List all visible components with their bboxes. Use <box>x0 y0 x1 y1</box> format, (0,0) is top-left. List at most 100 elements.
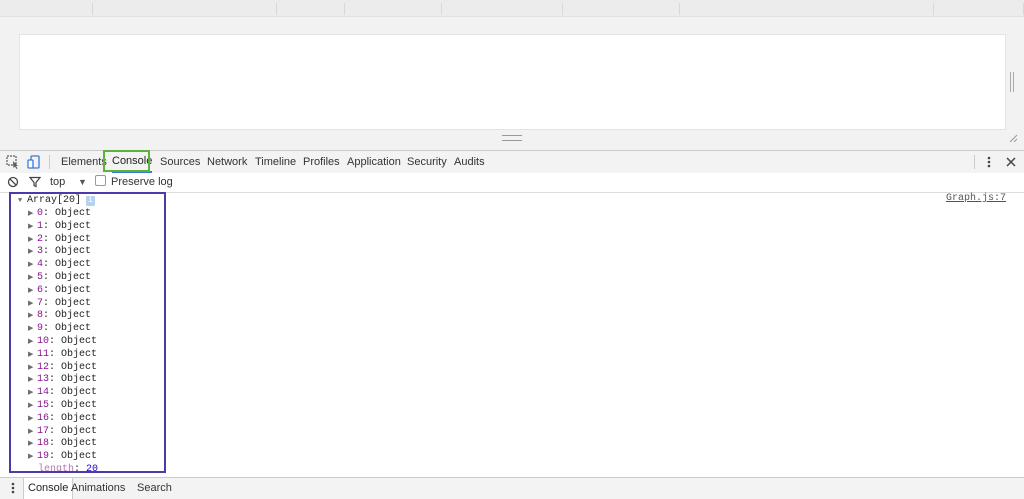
array-item-separator: : <box>49 425 62 437</box>
tab-network[interactable]: Network <box>207 151 247 173</box>
console-filter-bar: top ▼ Preserve log <box>0 173 1024 193</box>
array-item-value: Object <box>61 412 98 424</box>
array-item-value: Object <box>55 310 92 322</box>
array-item-separator: : <box>49 400 62 411</box>
array-item-value: Object <box>61 387 98 399</box>
top-strip-segment <box>680 3 934 15</box>
array-item-key: 13 <box>37 374 50 386</box>
array-item-value: Object <box>55 272 92 283</box>
array-item-row[interactable]: ▶ 14: Object <box>28 386 97 399</box>
source-link[interactable]: Graph.js:7 <box>946 193 1006 204</box>
inspect-element-icon[interactable] <box>5 154 21 170</box>
page-scrollbar[interactable] <box>1010 72 1014 92</box>
array-item-value: Object <box>61 348 98 360</box>
array-item-separator: : <box>49 348 62 360</box>
tab-security[interactable]: Security <box>407 151 447 173</box>
expand-triangle-icon[interactable]: ▶ <box>28 451 37 464</box>
resize-corner-icon[interactable] <box>1008 133 1018 143</box>
preserve-log-checkbox[interactable]: Preserve log <box>95 173 173 192</box>
top-strip-segment <box>345 3 442 15</box>
tab-sources[interactable]: Sources <box>160 151 200 173</box>
checkbox-box[interactable] <box>95 175 106 186</box>
tab-console[interactable]: Console <box>112 151 153 173</box>
array-item-separator: : <box>49 361 62 373</box>
array-item-key: 10 <box>37 336 50 347</box>
array-item-row[interactable]: ▶ 8: Object <box>28 309 91 322</box>
array-item-row[interactable]: ▶ 18: Object <box>28 437 97 450</box>
array-item-separator: : <box>49 438 62 450</box>
array-item-row[interactable]: ▶ 4: Object <box>28 258 91 271</box>
array-item-key: 11 <box>37 348 50 360</box>
array-item-row[interactable]: ▶ 10: Object <box>28 335 97 348</box>
array-item-separator: : <box>49 374 62 386</box>
array-item-row[interactable]: ▶ 3: Object <box>28 245 91 258</box>
array-item-row[interactable]: ▶ 17: Object <box>28 425 97 438</box>
array-item-separator: : <box>49 412 62 424</box>
drawer-tab-search[interactable]: Search <box>137 478 172 499</box>
array-item-row[interactable]: ▶ 9: Object <box>28 322 91 335</box>
array-item-row[interactable]: ▶ 16: Object <box>28 412 97 425</box>
context-dropdown-icon[interactable]: ▼ <box>78 173 87 192</box>
array-item-key: 19 <box>37 451 50 463</box>
clear-console-icon[interactable] <box>7 176 19 188</box>
expand-triangle-icon[interactable]: ▼ <box>18 195 27 208</box>
array-item-value: Object <box>55 259 92 271</box>
array-item-row[interactable]: ▶ 5: Object <box>28 271 91 284</box>
array-item-row[interactable]: ▶ 13: Object <box>28 373 97 386</box>
array-item-row[interactable]: ▶ 2: Object <box>28 233 91 246</box>
filter-icon[interactable] <box>28 176 42 188</box>
array-item-separator: : <box>49 451 62 463</box>
array-item-row[interactable]: ▶ 7: Object <box>28 297 91 310</box>
tab-audits[interactable]: Audits <box>454 151 485 173</box>
top-strip-segment <box>442 3 563 15</box>
array-item-separator: : <box>43 208 56 219</box>
tab-profiles[interactable]: Profiles <box>303 151 340 173</box>
console-output: Graph.js:7 ▼ Array[20] i ▶ 0: Object ▶ 1: Obj… <box>0 193 1024 476</box>
length-property: length: 20 <box>38 464 99 475</box>
array-item-value: Object <box>61 425 98 437</box>
devtools-resize-grip[interactable] <box>502 135 522 141</box>
context-selector[interactable]: top <box>50 173 65 192</box>
close-devtools-icon[interactable] <box>1003 154 1019 170</box>
array-item-row[interactable]: ▶ 12: Object <box>28 361 97 374</box>
array-item-row[interactable]: ▶ 15: Object <box>28 399 97 412</box>
more-options-icon[interactable] <box>981 154 997 170</box>
array-item-row[interactable]: ▶ 0: Object <box>28 207 91 220</box>
tab-timeline[interactable]: Timeline <box>255 151 296 173</box>
device-toolbar-icon[interactable] <box>26 154 42 170</box>
top-strip-segment <box>563 3 680 15</box>
array-item-row[interactable]: ▶ 6: Object <box>28 284 91 297</box>
array-item-key: 17 <box>37 425 50 437</box>
array-item-key: 12 <box>37 361 50 373</box>
devtools-toolbar: Elements Console Sources Network Timelin… <box>0 150 1024 174</box>
array-item-value: Object <box>61 451 98 463</box>
drawer-tab-animations[interactable]: Animations <box>71 478 125 499</box>
length-key: length <box>38 464 75 475</box>
toolbar-separator <box>974 155 975 169</box>
array-header[interactable]: ▼ Array[20] i <box>18 194 96 208</box>
array-item-value: Object <box>61 361 98 373</box>
array-item-key: 16 <box>37 412 50 424</box>
top-strip-segment <box>934 3 1024 15</box>
info-icon[interactable]: i <box>86 196 96 206</box>
top-strip-segment <box>93 3 277 15</box>
array-item-separator: : <box>43 272 56 283</box>
array-item-value: Object <box>55 284 92 296</box>
array-item-value: Object <box>55 323 92 335</box>
array-item-separator: : <box>43 297 56 309</box>
array-item-row[interactable]: ▶ 11: Object <box>28 348 97 361</box>
array-item-separator: : <box>43 310 56 322</box>
drawer-tab-console[interactable]: Console <box>23 478 74 499</box>
tab-elements[interactable]: Elements <box>61 151 107 173</box>
tab-application[interactable]: Application <box>347 151 401 173</box>
page-content-card <box>19 34 1006 130</box>
array-item-row[interactable]: ▶ 19: Object <box>28 450 97 463</box>
array-label: Array[20] <box>27 195 82 206</box>
array-item-separator: : <box>43 323 56 335</box>
toolbar-separator <box>49 155 50 169</box>
array-item-row[interactable]: ▶ 1: Object <box>28 220 91 233</box>
drawer-menu-icon[interactable] <box>5 480 21 496</box>
array-item-value: Object <box>55 233 92 245</box>
array-item-value: Object <box>61 400 98 411</box>
array-item-key: 15 <box>37 400 50 411</box>
